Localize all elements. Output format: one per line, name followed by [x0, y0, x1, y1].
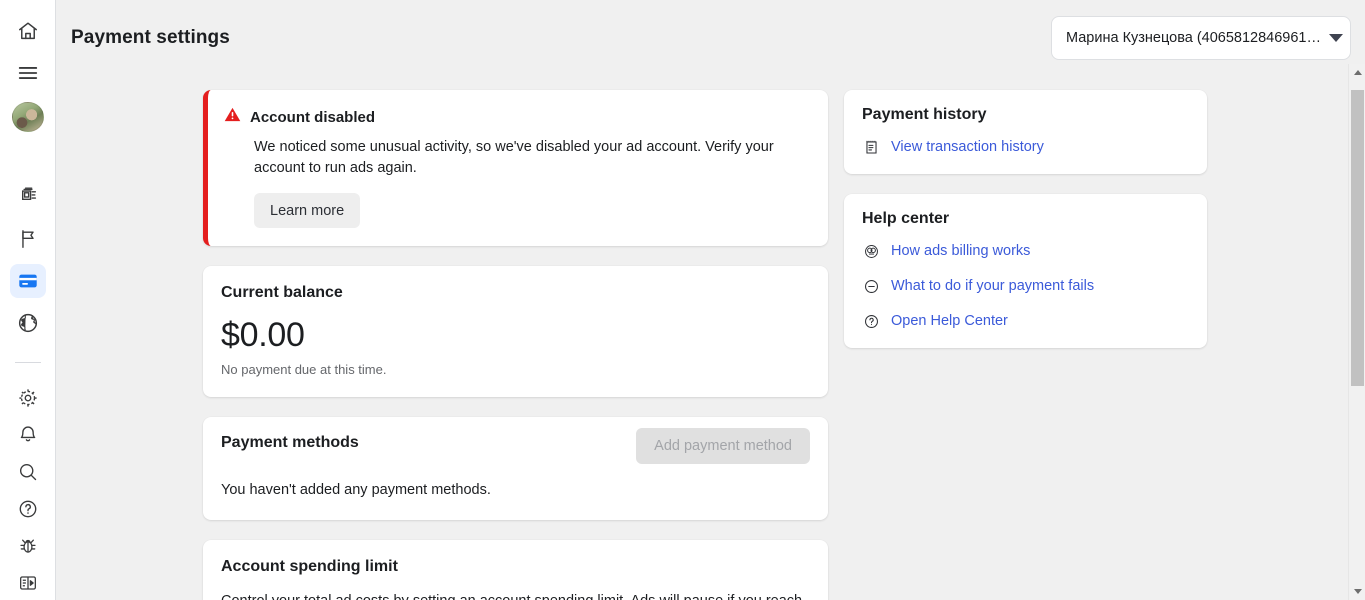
alert-title: Account disabled: [250, 108, 376, 126]
payment-history-links: View transaction history: [862, 138, 1189, 156]
account-spending-limit-card: Account spending limit Control your tota…: [203, 540, 828, 600]
payment-fails-link[interactable]: What to do if your payment fails: [862, 277, 1189, 295]
payment-methods-empty-text: You haven't added any payment methods.: [221, 482, 491, 499]
help-center-title: Help center: [862, 210, 950, 227]
scrollbar-down-arrow[interactable]: [1349, 583, 1365, 600]
view-transaction-history-label: View transaction history: [891, 139, 1044, 155]
payment-methods-header: Payment methods Add payment method: [221, 428, 810, 465]
rail-divider: [14, 362, 41, 364]
bug-icon[interactable]: [10, 529, 46, 563]
account-selector[interactable]: Марина Кузнецова (4065812846961…: [1051, 16, 1351, 60]
main-content: Payment settings Марина Кузнецова (40658…: [56, 0, 1365, 600]
scrollbar-up-arrow[interactable]: [1349, 64, 1365, 81]
menu-icon[interactable]: [10, 56, 46, 90]
gear-icon[interactable]: [10, 381, 46, 415]
account-disabled-alert-card: Account disabled We noticed some unusual…: [203, 90, 828, 247]
how-ads-billing-works-link[interactable]: How ads billing works: [862, 242, 1189, 260]
payment-methods-title: Payment methods: [221, 434, 359, 452]
spending-limit-text: Control your total ad costs by setting a…: [221, 593, 802, 600]
billing-card-icon[interactable]: [9, 264, 46, 299]
panel-icon[interactable]: [10, 566, 46, 600]
content-columns: Account disabled We noticed some unusual…: [56, 64, 1365, 600]
account-spending-limit-title: Account spending limit: [221, 558, 398, 576]
bell-icon[interactable]: [10, 418, 46, 452]
alert-header: Account disabled: [224, 106, 810, 128]
account-selector-value: Марина Кузнецова (4065812846961…: [1066, 30, 1321, 46]
account-spending-limit-body: Control your total ad costs by setting a…: [221, 591, 810, 600]
current-balance-note: No payment due at this time.: [221, 362, 387, 378]
chevron-down-icon: [1329, 34, 1343, 42]
alert-body: We noticed some unusual activity, so we'…: [254, 139, 774, 176]
flag-icon[interactable]: [10, 222, 46, 256]
caret-down-icon: [1353, 589, 1362, 594]
receipt-icon: [862, 138, 880, 156]
help-center-links: How ads billing works What to do if your…: [862, 242, 1189, 330]
minus-circle-icon: [862, 277, 880, 295]
collections-icon[interactable]: [10, 180, 46, 214]
scroll-area: Account disabled We noticed some unusual…: [56, 64, 1365, 600]
payment-fails-label: What to do if your payment fails: [891, 278, 1095, 294]
how-ads-billing-works-label: How ads billing works: [891, 243, 1031, 259]
open-help-center-label: Open Help Center: [891, 313, 1008, 329]
help-circle-icon[interactable]: [10, 492, 46, 526]
warning-triangle-icon: [224, 106, 241, 128]
vertical-scrollbar[interactable]: [1348, 64, 1365, 600]
payment-methods-card: Payment methods Add payment method You h…: [203, 417, 828, 521]
scrollbar-thumb[interactable]: [1351, 90, 1364, 386]
help-center-card: Help center How ads billing works What t…: [844, 194, 1207, 348]
secondary-column: Payment history View transaction history…: [844, 90, 1207, 348]
current-balance-title: Current balance: [221, 284, 343, 302]
learn-more-button[interactable]: Learn more: [254, 193, 361, 229]
payment-history-card: Payment history View transaction history: [844, 90, 1207, 174]
open-help-center-link[interactable]: Open Help Center: [862, 312, 1189, 330]
add-payment-method-button[interactable]: Add payment method: [636, 428, 810, 465]
left-navigation-rail: [0, 0, 56, 600]
primary-column: Account disabled We noticed some unusual…: [203, 90, 828, 600]
current-balance-amount: $0.00: [221, 316, 305, 355]
search-icon[interactable]: [10, 455, 46, 489]
view-transaction-history-link[interactable]: View transaction history: [862, 138, 1189, 156]
billing-info-icon: [862, 242, 880, 260]
app-root: Payment settings Марина Кузнецова (40658…: [0, 0, 1365, 600]
page-title: Payment settings: [71, 27, 230, 48]
avatar[interactable]: [11, 101, 44, 133]
caret-up-icon: [1353, 70, 1362, 75]
payment-history-title: Payment history: [862, 106, 987, 123]
question-circle-icon: [862, 312, 880, 330]
home-icon[interactable]: [10, 14, 46, 48]
globe-icon[interactable]: [10, 306, 46, 340]
current-balance-card: Current balance $0.00 No payment due at …: [203, 266, 828, 398]
